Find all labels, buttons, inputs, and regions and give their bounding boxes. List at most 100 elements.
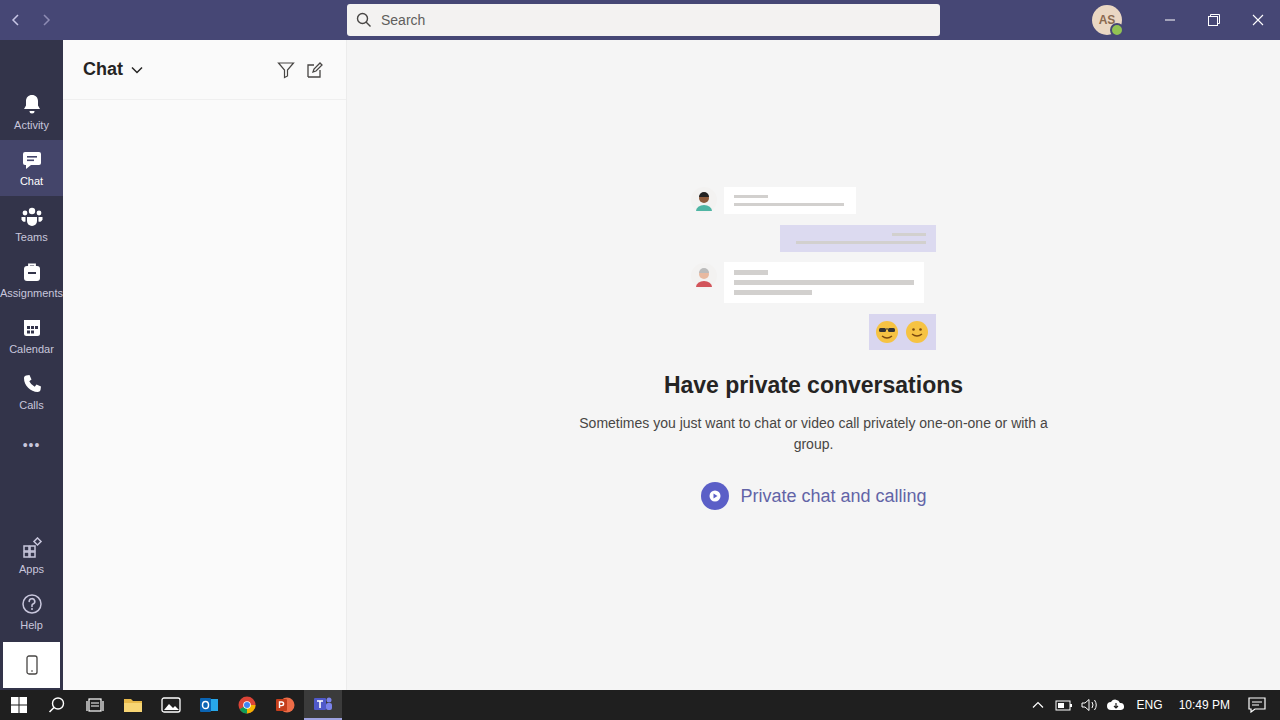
taskview-icon [86,696,104,714]
rail-spacer [0,470,63,528]
rail-label: Help [20,619,43,631]
apps-icon [21,537,43,559]
volume-button[interactable] [1079,690,1101,720]
taskbar-app[interactable] [304,690,342,720]
taskbar-app[interactable] [152,690,190,720]
bubble-line [734,270,768,275]
taskbar-app[interactable] [190,690,228,720]
teams-icon [20,205,44,227]
language-indicator[interactable]: ENG [1131,698,1169,712]
rail-label: Calendar [9,343,54,355]
rail-label: Apps [19,563,44,575]
mobile-phone-icon [25,655,39,675]
chat-header: Chat [63,40,346,100]
rail-item[interactable]: Calls [0,364,63,420]
restore-icon [1207,13,1221,27]
illustration-bubble [724,187,856,214]
chat-list-panel: Chat [63,40,347,690]
empty-heading: Have private conversations [664,372,963,399]
taskbar-app[interactable] [114,690,152,720]
back-button[interactable] [6,8,26,32]
system-tray: ENG 10:49 PM [1027,690,1280,720]
cloud-icon [1106,698,1126,712]
back-arrow-icon [10,13,22,27]
chat-illustration [689,185,939,352]
search-input[interactable] [379,11,931,29]
navigation [0,8,347,32]
workspace: Activity Chat Teams Assignments Calendar Call… [0,40,1280,690]
person-avatar-icon [691,187,717,217]
taskbar: ENG 10:49 PM [0,690,1280,720]
download-mobile-button[interactable] [3,642,60,688]
close-button[interactable] [1236,0,1280,40]
empty-state: Have private conversations Sometimes you … [347,40,1280,690]
rail-item[interactable]: Activity [0,84,63,140]
outlook-icon [199,696,219,714]
new-chat-icon [305,61,323,79]
rail-item[interactable]: Assignments [0,252,63,308]
notification-icon [1248,697,1266,713]
chat-dropdown[interactable] [131,66,143,74]
powerpoint-icon [275,696,295,714]
close-icon [1252,14,1264,26]
taskbar-app[interactable] [266,690,304,720]
clock[interactable]: 10:49 PM [1173,698,1236,712]
bubble-line [734,203,844,206]
emoji-reaction [869,314,936,350]
forward-button[interactable] [36,8,56,32]
video-link[interactable]: Private chat and calling [700,481,926,511]
forward-arrow-icon [40,13,52,27]
rail-item[interactable]: Chat [0,140,63,196]
battery-button[interactable] [1053,690,1075,720]
rail-label: Chat [20,175,43,187]
title-bar: AS [0,0,1280,40]
empty-description: Sometimes you just want to chat or video… [574,413,1054,455]
app-rail: Activity Chat Teams Assignments Calendar Call… [0,40,63,690]
new-chat-button[interactable] [300,56,328,84]
rail-label: Teams [15,231,47,243]
person-avatar-icon [691,263,717,293]
search-box[interactable] [347,4,940,36]
chevron-up-icon [1032,701,1044,709]
restore-button[interactable] [1192,0,1236,40]
rail-label: Assignments [0,287,63,299]
title-right: AS [940,0,1280,40]
filter-button[interactable] [272,56,300,84]
explorer-icon [123,696,143,714]
rail-item[interactable]: Apps [0,528,63,584]
minimize-button[interactable] [1148,0,1192,40]
chat-icon [21,149,43,171]
minimize-icon [1164,14,1176,26]
start-icon [11,697,27,713]
assignments-icon [21,261,43,283]
search-icon [48,696,66,714]
taskbar-app[interactable] [0,690,38,720]
bubble-line [796,241,926,244]
onedrive-button[interactable] [1105,690,1127,720]
photos-icon [161,696,181,714]
search-icon [356,12,372,28]
calendar-icon [21,317,43,339]
filter-icon [277,61,295,79]
rail-item[interactable]: Teams [0,196,63,252]
show-hidden-icons-button[interactable] [1027,690,1049,720]
speaker-icon [1081,698,1099,712]
power-icon [1055,698,1073,712]
rail-item[interactable]: Calendar [0,308,63,364]
chat-title: Chat [83,59,123,80]
profile-avatar[interactable]: AS [1092,5,1122,35]
video-link-text: Private chat and calling [740,486,926,507]
notification-button[interactable] [1240,690,1274,720]
help-icon [21,593,43,615]
illustration-bubble [724,262,924,303]
rail-label: Activity [14,119,49,131]
activity-icon [21,93,43,115]
taskbar-app[interactable] [38,690,76,720]
taskbar-app[interactable] [76,690,114,720]
rail-item[interactable]: Help [0,584,63,640]
more-apps-button[interactable]: ••• [0,420,63,470]
illustration-bubble [780,225,936,252]
bubble-line [734,290,812,295]
taskbar-app[interactable] [228,690,266,720]
bubble-line [734,195,768,198]
